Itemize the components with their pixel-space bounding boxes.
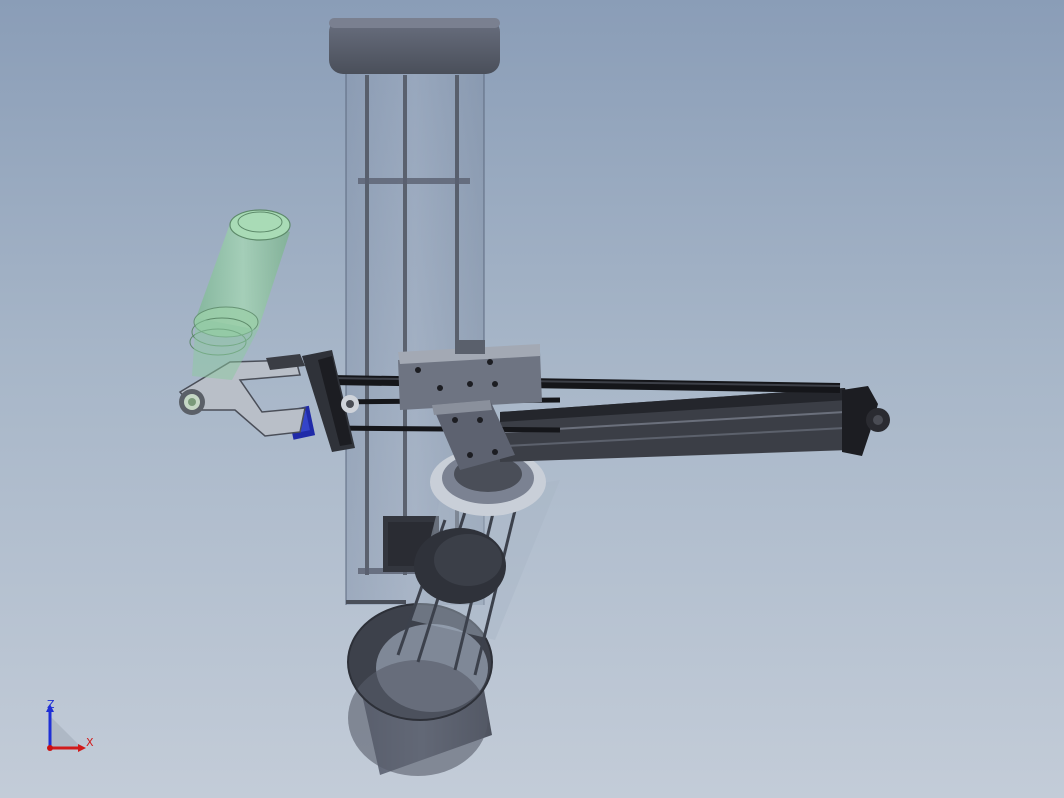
cad-viewport[interactable]: Z X [0,0,1064,798]
orientation-triad[interactable]: Z X [38,696,102,760]
z-axis-label: Z [47,698,55,711]
bottle[interactable] [189,209,291,380]
column-top-cap[interactable] [329,18,500,74]
robot-arm-model[interactable] [0,0,1064,798]
arm-end-knob[interactable] [842,386,890,456]
x-axis-label: X [86,736,94,749]
origin-dot [47,745,53,751]
